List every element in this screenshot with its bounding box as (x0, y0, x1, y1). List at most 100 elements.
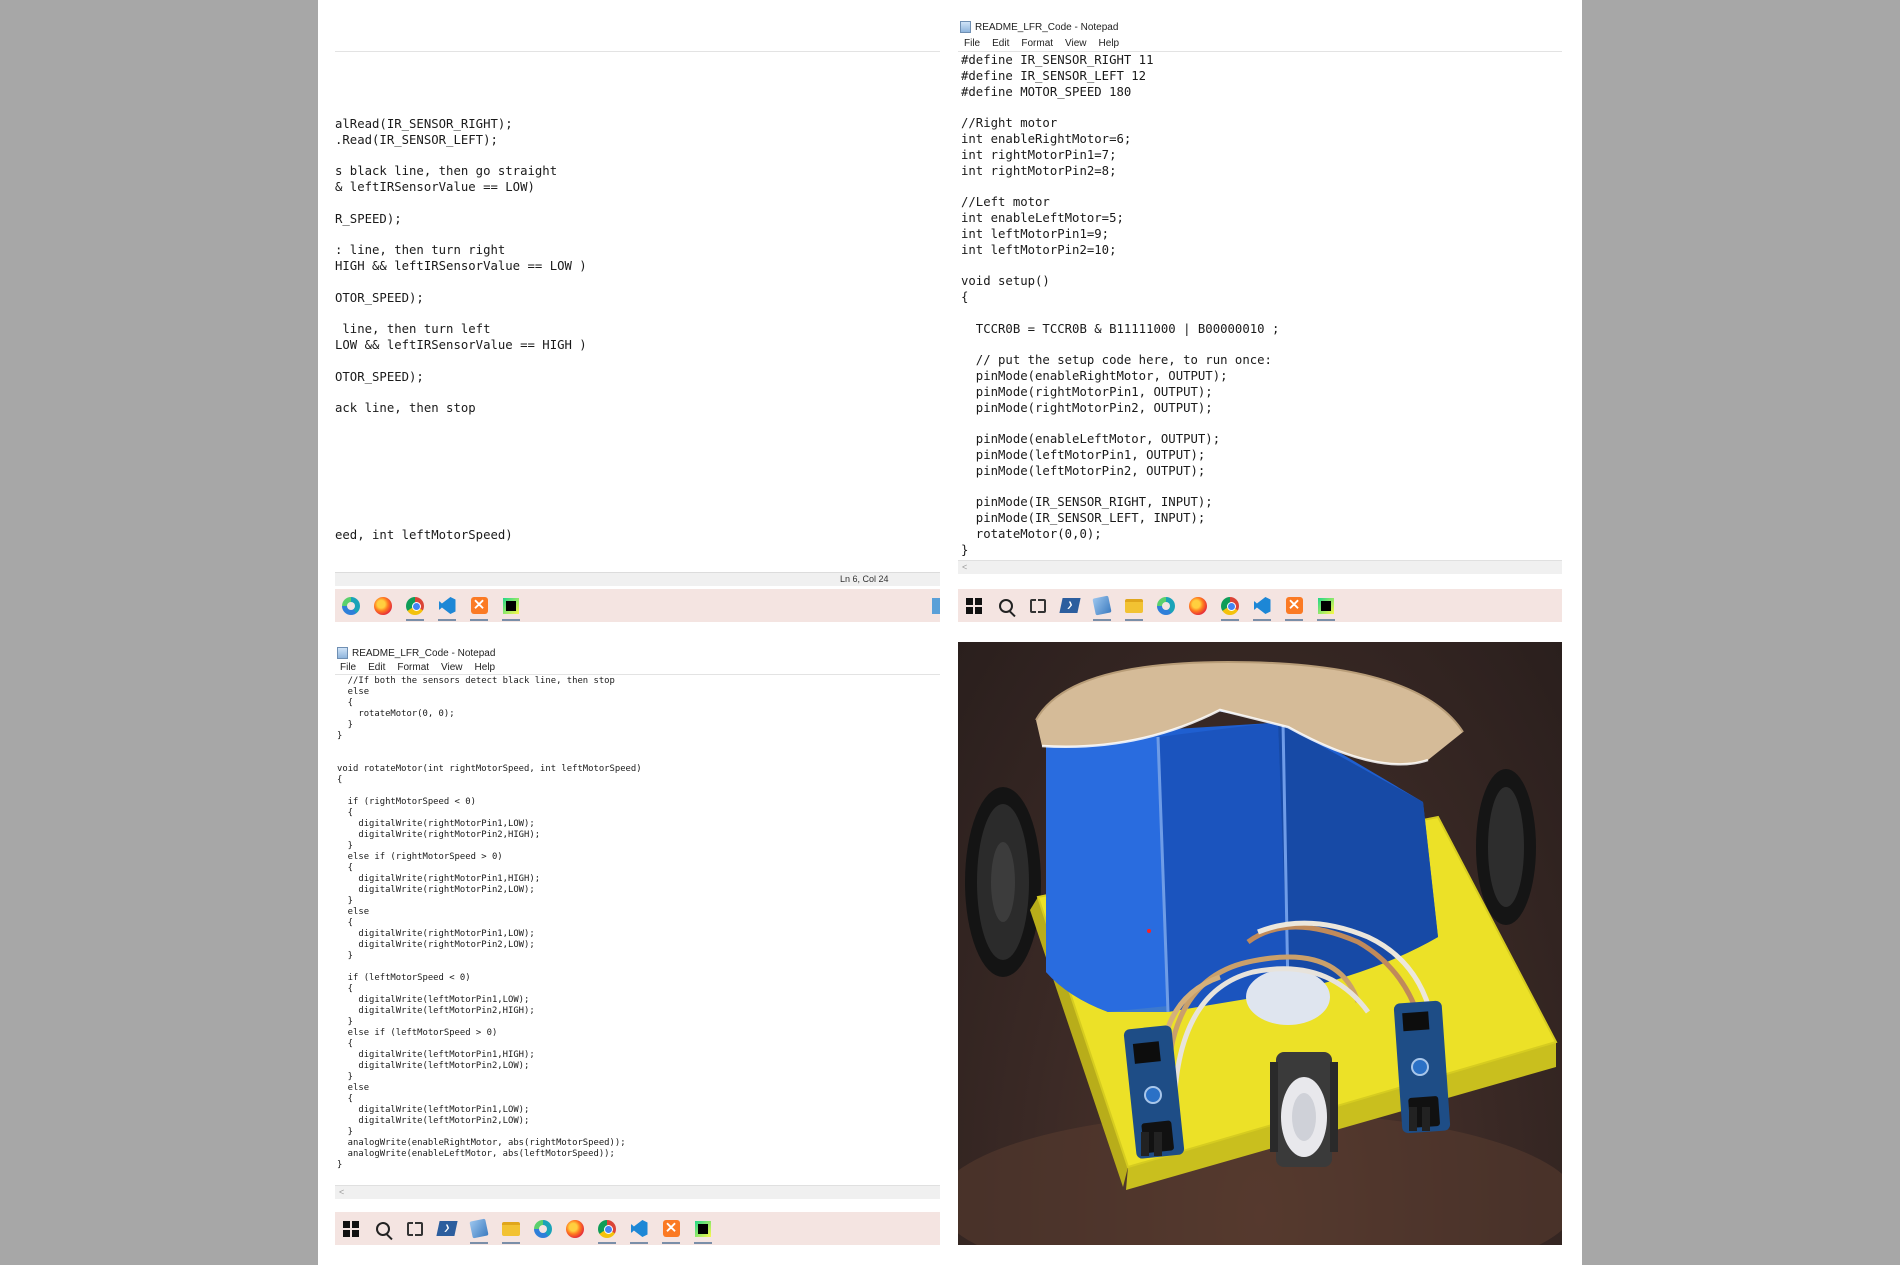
xampp-icon (662, 1218, 680, 1237)
firefox-icon (566, 1219, 584, 1238)
windows-start-icon (343, 1220, 359, 1237)
edge-icon (534, 1219, 552, 1238)
firefox-icon (374, 596, 392, 615)
chrome-icon (1221, 596, 1239, 615)
robot-illustration (958, 660, 1562, 1245)
taskbar-start[interactable] (335, 1212, 367, 1245)
taskbar-firefox[interactable] (367, 589, 399, 622)
powershell-icon: ❯ (436, 1221, 458, 1236)
window-titlebar: README_LFR_Code - Notepad (960, 19, 1118, 35)
edge-icon (342, 596, 360, 615)
cursor-position: Ln 6, Col 24 (840, 574, 889, 584)
taskbar-vscode[interactable] (431, 589, 463, 622)
taskbar-vscode[interactable] (1246, 589, 1278, 622)
code-text-area[interactable]: alRead(IR_SENSOR_RIGHT); .Read(IR_SENSOR… (335, 117, 587, 544)
taskbar-xampp[interactable] (1278, 589, 1310, 622)
taskbar-file-explorer[interactable] (1118, 589, 1150, 622)
task-view-icon (407, 1221, 423, 1236)
menu-help[interactable]: Help (1099, 38, 1120, 52)
taskbar-powershell[interactable]: ❯ (431, 1212, 463, 1245)
taskbar-vscode[interactable] (623, 1212, 655, 1245)
status-bar: Ln 6, Col 24 (335, 572, 940, 586)
vscode-icon (438, 597, 456, 614)
taskbar-task-view[interactable] (399, 1212, 431, 1245)
window-title: README_LFR_Code - Notepad (352, 647, 496, 659)
window-titlebar: README_LFR_Code - Notepad (337, 645, 495, 661)
taskbar: ❯ (958, 589, 1562, 622)
taskbar-edge[interactable] (1150, 589, 1182, 622)
red-led (1147, 929, 1151, 933)
taskbar-search[interactable] (367, 1212, 399, 1245)
taskbar-firefox[interactable] (1182, 589, 1214, 622)
menu-view[interactable]: View (1065, 38, 1087, 52)
code-text-area[interactable]: #define IR_SENSOR_RIGHT 11 #define IR_SE… (961, 53, 1279, 559)
taskbar-pycharm[interactable] (687, 1212, 719, 1245)
window-title: README_LFR_Code - Notepad (975, 21, 1119, 33)
taskbar-pycharm[interactable] (495, 589, 527, 622)
right-wheel (1476, 769, 1536, 925)
xampp-icon (1285, 595, 1303, 614)
left-wheel (965, 787, 1041, 977)
taskbar-chrome[interactable] (591, 1212, 623, 1245)
notepad-app-icon (337, 647, 348, 659)
notepad-window: README_LFR_Code - Notepad File Edit Form… (958, 0, 1562, 622)
taskbar-notepad[interactable] (463, 1212, 495, 1245)
taskbar-powershell[interactable]: ❯ (1054, 589, 1086, 622)
notepad-icon (469, 1218, 489, 1239)
powershell-icon: ❯ (1059, 598, 1081, 613)
taskbar-edge[interactable] (335, 589, 367, 622)
taskbar-edge[interactable] (527, 1212, 559, 1245)
chassis-disc (1246, 969, 1330, 1025)
edge-icon (1157, 596, 1175, 615)
scroll-left-arrow[interactable]: < (339, 1187, 344, 1197)
notepad-window: README_LFR_Code - Notepad File Edit Form… (335, 641, 940, 1245)
pycharm-icon (1318, 597, 1334, 614)
taskbar-pycharm[interactable] (1310, 589, 1342, 622)
right-ir-sensor (1393, 1000, 1451, 1134)
chrome-icon (406, 596, 424, 615)
taskbar-xampp[interactable] (655, 1212, 687, 1245)
taskbar: ❯ (335, 1212, 940, 1245)
taskbar (335, 589, 940, 622)
robot-photo (958, 642, 1562, 1245)
notepad-window-partial: alRead(IR_SENSOR_RIGHT); .Read(IR_SENSOR… (335, 0, 940, 622)
caster-wheel (1270, 1052, 1338, 1167)
horizontal-scrollbar[interactable]: < (335, 1185, 940, 1199)
taskbar-search[interactable] (990, 589, 1022, 622)
menu-file[interactable]: File (964, 38, 980, 52)
file-explorer-icon (502, 1221, 520, 1236)
taskbar-chrome[interactable] (399, 589, 431, 622)
taskbar-chrome[interactable] (1214, 589, 1246, 622)
code-text-area[interactable]: //If both the sensors detect black line,… (337, 676, 642, 1171)
taskbar-task-view[interactable] (1022, 589, 1054, 622)
taskbar-firefox[interactable] (559, 1212, 591, 1245)
chrome-icon (598, 1219, 616, 1238)
menu-divider (335, 51, 940, 52)
scroll-left-arrow[interactable]: < (962, 562, 967, 572)
menu-format[interactable]: Format (1021, 38, 1053, 52)
menu-edit[interactable]: Edit (992, 38, 1009, 52)
pycharm-icon (503, 597, 519, 614)
taskbar-file-explorer[interactable] (495, 1212, 527, 1245)
taskbar-start[interactable] (958, 589, 990, 622)
vscode-icon (630, 1220, 648, 1237)
taskbar-xampp[interactable] (463, 589, 495, 622)
search-icon (999, 598, 1013, 613)
notepad-app-icon (960, 21, 971, 33)
vscode-icon (1253, 597, 1271, 614)
menu-divider (335, 674, 940, 675)
collage-sheet: alRead(IR_SENSOR_RIGHT); .Read(IR_SENSOR… (318, 0, 1582, 1265)
pycharm-icon (695, 1220, 711, 1237)
menu-divider (958, 51, 1562, 52)
xampp-icon (470, 595, 488, 614)
taskbar-notepad[interactable] (1086, 589, 1118, 622)
horizontal-scrollbar[interactable]: < (958, 560, 1562, 574)
notepad-icon (1092, 595, 1112, 616)
windows-start-icon (966, 597, 982, 614)
file-explorer-icon (1125, 598, 1143, 613)
task-view-icon (1030, 598, 1046, 613)
firefox-icon (1189, 596, 1207, 615)
search-icon (376, 1221, 390, 1236)
taskbar-edge-glimpse (932, 598, 940, 614)
menu-bar: File Edit Format View Help (964, 38, 1119, 52)
